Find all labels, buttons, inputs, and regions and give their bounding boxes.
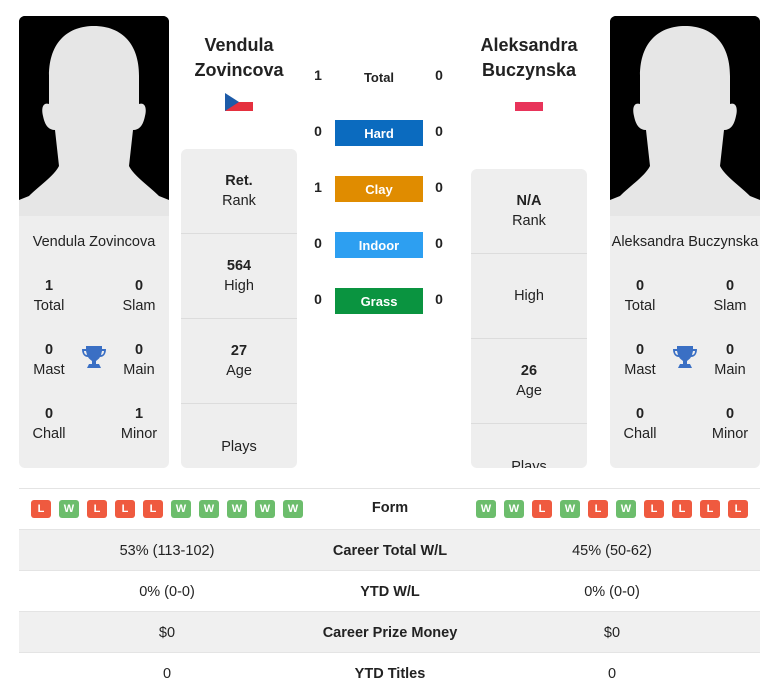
- form-badge-loss[interactable]: L: [700, 500, 720, 518]
- h2h-left-value: 1: [314, 179, 322, 195]
- player-card-right: Aleksandra Buczynska 0 Total 0 Slam 0 Mast …: [610, 16, 760, 468]
- table-row-ytd-titles: 0 YTD Titles 0: [162, 665, 617, 682]
- player-full-name: Vendula Zovincova: [32, 234, 156, 250]
- player-photo-placeholder: [19, 16, 169, 216]
- stat-high: 564 High: [181, 234, 297, 319]
- form-badge-loss[interactable]: L: [588, 500, 608, 518]
- player-full-name: Aleksandra Buczynska: [611, 234, 759, 250]
- surface-badge-indoor[interactable]: Indoor: [335, 232, 423, 258]
- h2h-row-clay: 1 Clay 0: [305, 176, 455, 202]
- player-card-left: Vendula Zovincova 1 Total 0 Slam 0 Mast 0 Ma…: [19, 16, 169, 468]
- form-badge-win[interactable]: W: [59, 500, 79, 518]
- h2h-left-value: 0: [314, 235, 322, 251]
- form-badge-loss[interactable]: L: [115, 500, 135, 518]
- surface-label-total: Total: [363, 69, 395, 85]
- czech-flag-icon: [225, 93, 253, 111]
- titles-grid: 1 Total 0 Slam 0 Mast 0 Main 0 Chall 1 Minor: [19, 250, 169, 450]
- form-label: Form: [371, 500, 409, 516]
- form-badge-loss[interactable]: L: [672, 500, 692, 518]
- form-badge-loss[interactable]: L: [143, 500, 163, 518]
- form-badge-win[interactable]: W: [227, 500, 247, 518]
- trophy-icon: [81, 344, 107, 370]
- h2h-left-value: 0: [314, 123, 322, 139]
- form-badge-loss[interactable]: L: [31, 500, 51, 518]
- form-badge-win[interactable]: W: [199, 500, 219, 518]
- h2h-row-hard: 0 Hard 0: [305, 120, 455, 146]
- h2h-left-value: 1: [314, 67, 322, 83]
- h2h-right-value: 0: [435, 235, 443, 251]
- titles-slam: 0 Slam: [713, 278, 747, 314]
- h2h-right-value: 0: [435, 179, 443, 195]
- surface-badge-hard[interactable]: Hard: [335, 120, 423, 146]
- stat-age: 27 Age: [181, 319, 297, 404]
- table-row-ytd-wl: 0% (0-0) YTD W/L 0% (0-0): [139, 583, 640, 600]
- trophy-icon: [672, 344, 698, 370]
- titles-main: 0 Main: [123, 342, 155, 378]
- form-badge-win[interactable]: W: [283, 500, 303, 518]
- titles-mast: 0 Mast: [33, 342, 65, 378]
- form-badge-loss[interactable]: L: [644, 500, 664, 518]
- h2h-row-grass: 0 Grass 0: [305, 288, 455, 314]
- stat-age: 26 Age: [471, 339, 587, 424]
- stat-rank: Ret. Rank: [181, 149, 297, 234]
- titles-chall: 0 Chall: [623, 406, 657, 442]
- h2h-left-value: 0: [314, 291, 322, 307]
- stat-rank: N/A Rank: [471, 169, 587, 254]
- surface-badge-grass[interactable]: Grass: [335, 288, 423, 314]
- titles-chall: 0 Chall: [32, 406, 66, 442]
- stat-plays: Plays: [221, 438, 257, 455]
- surface-badge-clay[interactable]: Clay: [335, 176, 423, 202]
- player-name-left[interactable]: Vendula Zovincova: [174, 33, 304, 83]
- player-name-right[interactable]: Aleksandra Buczynska: [464, 33, 594, 83]
- h2h-right-value: 0: [435, 291, 443, 307]
- stats-column-left: Ret. Rank 564 High 27 Age Plays: [181, 149, 297, 468]
- form-badge-loss[interactable]: L: [87, 500, 107, 518]
- h2h-right-value: 0: [435, 67, 443, 83]
- stat-plays: Plays: [511, 458, 547, 469]
- h2h-row-indoor: 0 Indoor 0: [305, 232, 455, 258]
- form-badge-loss[interactable]: L: [532, 500, 552, 518]
- table-row-career-total-wl: 53% (113-102) Career Total W/L 45% (50-6…: [19, 530, 760, 571]
- silhouette-icon: [19, 16, 169, 216]
- stat-high: High: [471, 254, 587, 339]
- form-badge-win[interactable]: W: [476, 500, 496, 518]
- h2h-row-total: 1 Total 0: [305, 64, 455, 90]
- form-badge-win[interactable]: W: [560, 500, 580, 518]
- silhouette-icon: [610, 16, 760, 216]
- poland-flag-icon: [515, 93, 543, 111]
- titles-minor: 0 Minor: [711, 406, 749, 442]
- stats-column-right: N/A Rank High 26 Age Plays: [471, 169, 587, 468]
- form-badge-loss[interactable]: L: [728, 500, 748, 518]
- h2h-right-value: 0: [435, 123, 443, 139]
- titles-slam: 0 Slam: [122, 278, 156, 314]
- form-badge-win[interactable]: W: [171, 500, 191, 518]
- titles-mast: 0 Mast: [624, 342, 656, 378]
- form-badge-win[interactable]: W: [616, 500, 636, 518]
- table-row-career-prize-money: $0 Career Prize Money $0: [19, 612, 760, 653]
- divider: [19, 488, 760, 489]
- form-badge-win[interactable]: W: [255, 500, 275, 518]
- titles-grid: 0 Total 0 Slam 0 Mast 0 Main 0 Chall 0 Minor: [610, 250, 760, 450]
- player-photo-placeholder: [610, 16, 760, 216]
- titles-minor: 1 Minor: [120, 406, 158, 442]
- titles-total: 0 Total: [624, 278, 656, 314]
- titles-total: 1 Total: [33, 278, 65, 314]
- form-badge-win[interactable]: W: [504, 500, 524, 518]
- titles-main: 0 Main: [714, 342, 746, 378]
